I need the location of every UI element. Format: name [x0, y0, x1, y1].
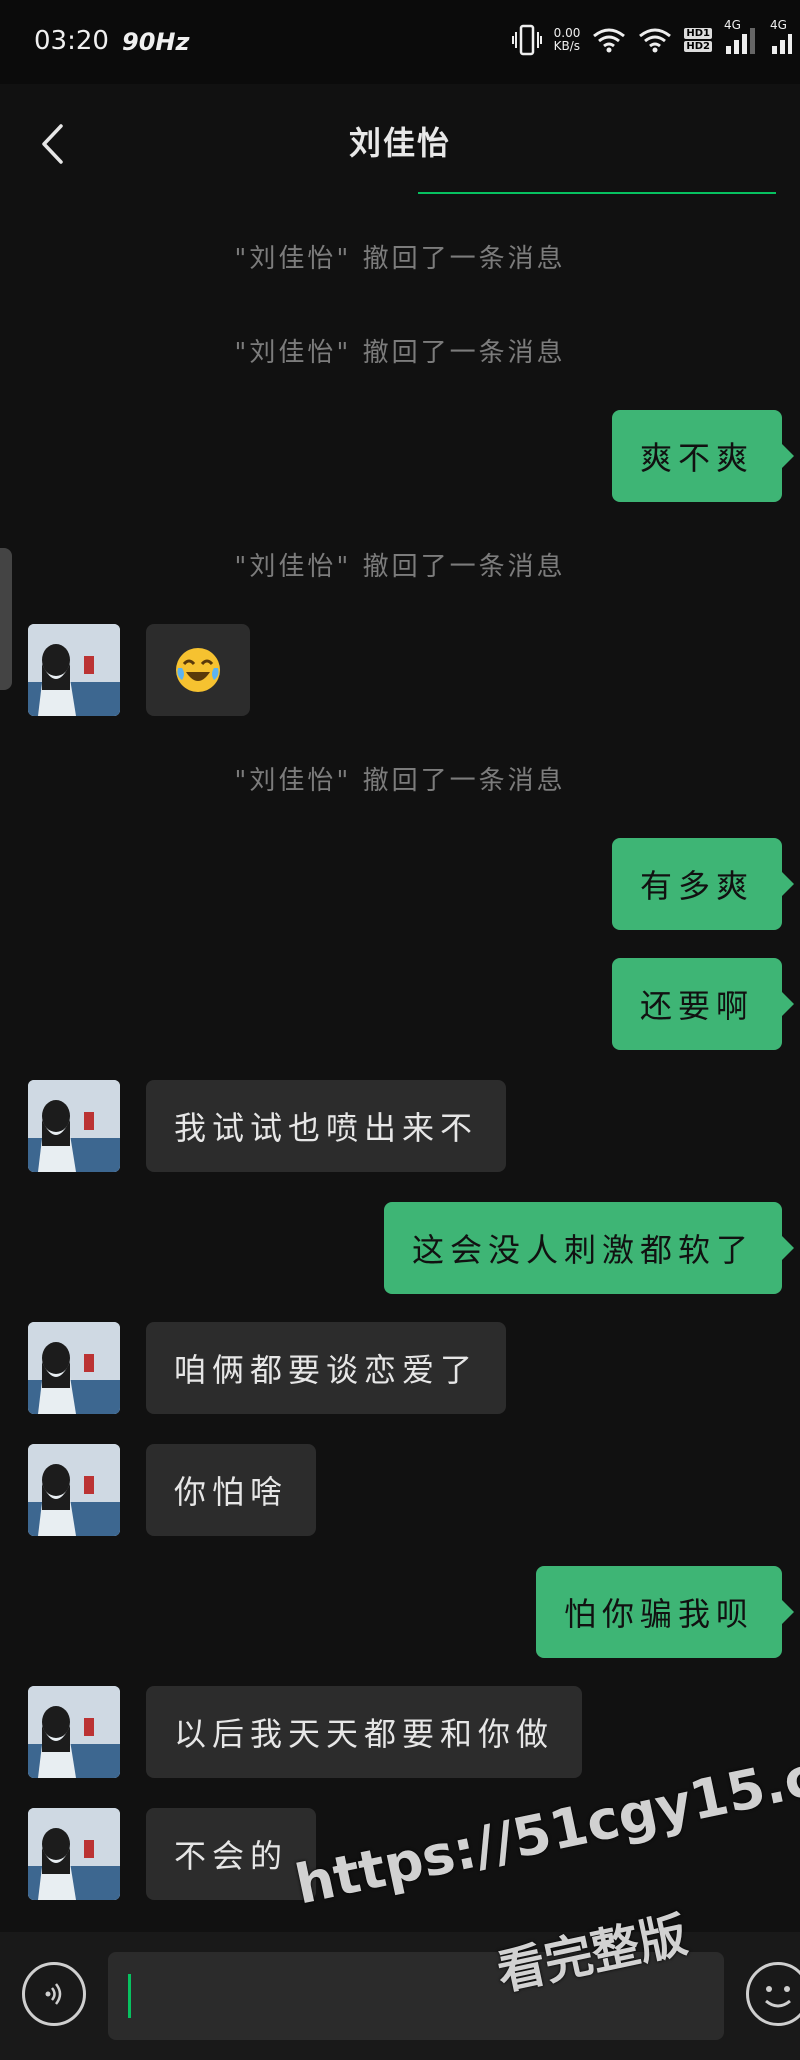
incoming-message[interactable] — [146, 624, 250, 716]
message-text: 你怕啥 — [174, 1473, 289, 1511]
hd2-badge: HD2 — [684, 41, 712, 52]
crying-laughing-emoji-icon — [176, 648, 220, 692]
recall-notice: "刘佳怡" 撤回了一条消息 — [234, 244, 566, 274]
message-text: 我试试也喷出来不 — [174, 1109, 479, 1147]
incoming-message[interactable]: 咱俩都要谈恋爱了 — [146, 1322, 507, 1414]
message-text: 不会的 — [174, 1837, 289, 1875]
net-speed: 0.00 KB/s — [554, 27, 581, 53]
message-text: 怕你骗我呗 — [563, 1595, 754, 1633]
signal-icon: 4G — [724, 18, 758, 54]
incoming-message[interactable]: 你怕啥 — [146, 1444, 317, 1536]
incoming-message[interactable]: 我试试也喷出来不 — [146, 1080, 507, 1172]
contact-avatar[interactable] — [28, 1080, 120, 1172]
wifi-icon — [592, 27, 626, 53]
status-bar: 03:20 90Hz 0.00 KB/s HD1 HD2 4G 4G — [0, 0, 800, 84]
outgoing-message[interactable]: 有多爽 — [611, 838, 795, 930]
network-label-1: 4G — [724, 18, 741, 32]
recall-notice: "刘佳怡" 撤回了一条消息 — [234, 766, 566, 796]
voice-icon — [45, 1983, 62, 2005]
message-text: 咱俩都要谈恋爱了 — [174, 1351, 479, 1389]
vibrate-icon — [511, 23, 542, 57]
refresh-rate: 90Hz — [122, 28, 190, 56]
wifi-icon-2 — [638, 27, 672, 53]
contact-avatar[interactable] — [28, 1444, 120, 1536]
message-text: 以后我天天都要和你做 — [174, 1715, 555, 1753]
emoji-button[interactable] — [746, 1962, 800, 2026]
recall-notice: "刘佳怡" 撤回了一条消息 — [234, 552, 566, 582]
message-text: 这会没人刺激都软了 — [411, 1231, 754, 1269]
chat-title: 刘佳怡 — [348, 124, 451, 162]
contact-avatar[interactable] — [28, 624, 120, 716]
voice-input-button[interactable] — [22, 1962, 86, 2026]
title-underline — [418, 192, 776, 194]
status-time: 03:20 — [34, 26, 109, 56]
outgoing-message[interactable]: 爽不爽 — [611, 410, 795, 502]
message-text: 有多爽 — [639, 867, 754, 905]
contact-avatar[interactable] — [28, 1322, 120, 1414]
incoming-message[interactable]: 以后我天天都要和你做 — [146, 1686, 583, 1778]
message-text: 还要啊 — [639, 987, 754, 1025]
smiley-icon — [765, 1986, 791, 2008]
hd-badges: HD1 HD2 — [684, 28, 712, 52]
contact-avatar[interactable] — [28, 1808, 120, 1900]
net-speed-unit: KB/s — [553, 39, 581, 53]
outgoing-message[interactable]: 这会没人刺激都软了 — [383, 1202, 795, 1294]
hd1-badge: HD1 — [684, 28, 712, 39]
recall-notice: "刘佳怡" 撤回了一条消息 — [234, 338, 566, 368]
signal-icon-2: 4G — [770, 18, 792, 54]
text-caret — [128, 1974, 131, 2018]
status-icons: 0.00 KB/s HD1 HD2 4G 4G — [511, 18, 800, 60]
contact-avatar[interactable] — [28, 1686, 120, 1778]
outgoing-message[interactable]: 怕你骗我呗 — [535, 1566, 795, 1658]
message-text: 爽不爽 — [639, 439, 754, 477]
network-label-2: 4G — [770, 18, 787, 32]
chat-header: 刘佳怡 — [0, 84, 800, 198]
outgoing-message[interactable]: 还要啊 — [611, 958, 795, 1050]
